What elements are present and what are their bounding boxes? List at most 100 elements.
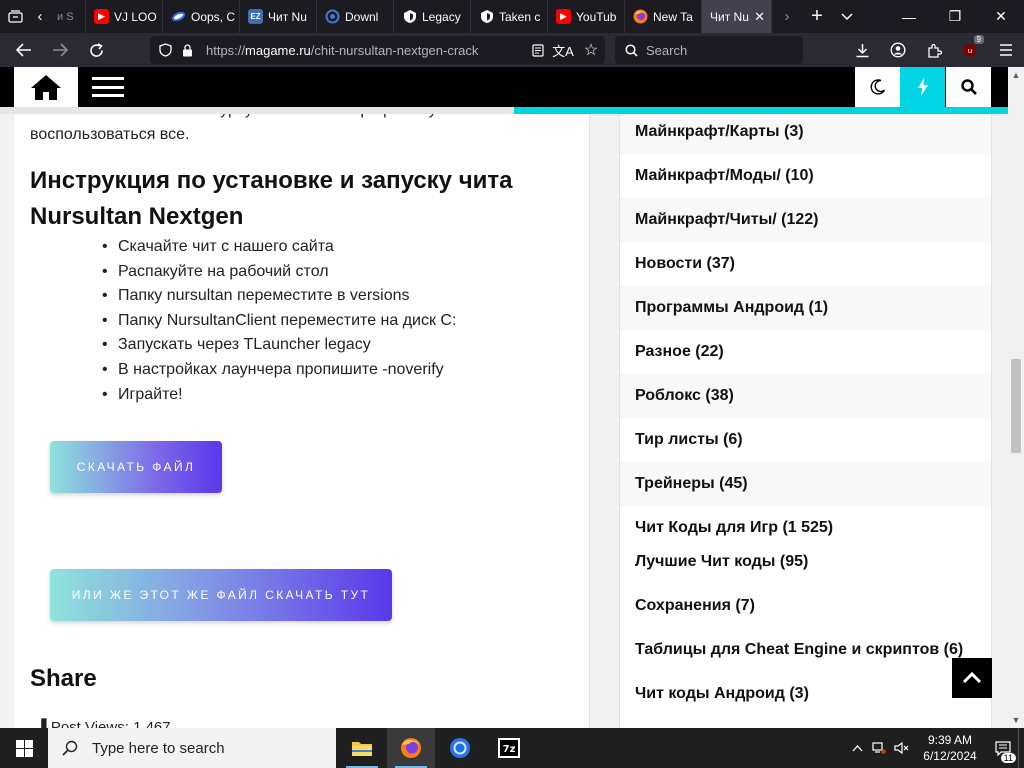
url-domain: magame.ru: [245, 42, 311, 58]
shield-icon: [402, 9, 417, 24]
dark-mode-icon[interactable]: [855, 67, 900, 107]
reading-progress-bar: [0, 107, 1008, 114]
browser-tab-strip: ‹ и S ▶ VJ LOO Oops, C EZ Чит Nu Downl L…: [0, 0, 1024, 33]
lock-icon[interactable]: [176, 43, 198, 57]
share-heading: Share: [30, 665, 97, 692]
close-window-icon[interactable]: ✕: [978, 0, 1024, 33]
tab-downl[interactable]: Downl: [317, 0, 394, 33]
scroll-tabs-left-icon[interactable]: ‹: [30, 0, 50, 33]
extension-badge: 9: [973, 35, 984, 44]
list-item: Играйте!: [102, 383, 456, 408]
tab-youtube[interactable]: ▶ YouTub: [548, 0, 625, 33]
search-placeholder: Search: [646, 42, 688, 58]
download-mirror-button[interactable]: ИЛИ ЖЕ ЭТОТ ЖЕ ФАЙЛ СКАЧАТЬ ТУТ: [50, 569, 392, 621]
tabbar-spacer: [862, 0, 886, 33]
category-link[interactable]: Майнкрафт/Читы/ (122): [620, 198, 991, 242]
scroll-down-arrow-icon[interactable]: ▼: [1008, 712, 1024, 728]
category-link[interactable]: Сохранения (7): [620, 584, 991, 628]
tab-new-tab[interactable]: New Ta: [625, 0, 702, 33]
taskbar-clock[interactable]: 9:39 AM 6/12/2024: [912, 732, 988, 764]
address-bar[interactable]: https://magame.ru/chit-nursultan-nextgen…: [150, 36, 605, 64]
category-link[interactable]: Трейнеры (45): [620, 462, 991, 506]
chevron-down-icon[interactable]: [832, 0, 862, 33]
list-item: Распакуйте на рабочий стол: [102, 260, 456, 285]
category-link[interactable]: Лучшие Чит коды (95): [620, 540, 991, 584]
toolbar-right: u 9: [844, 33, 1024, 67]
reload-icon[interactable]: [78, 33, 114, 67]
bookmark-star-icon[interactable]: ☆: [577, 40, 605, 60]
chevron-up-icon: [962, 672, 982, 684]
category-link[interactable]: Разное (22): [620, 330, 991, 374]
7zip-icon[interactable]: 7z: [485, 728, 533, 768]
file-explorer-icon[interactable]: [338, 728, 386, 768]
download-file-button[interactable]: СКАЧАТЬ ФАЙЛ: [50, 441, 222, 493]
list-item: Скачайте чит с нашего сайта: [102, 235, 456, 260]
section-heading: Инструкция по установке и запуску чита N…: [30, 167, 513, 230]
extensions-icon[interactable]: [916, 33, 952, 67]
translate-icon[interactable]: 文A: [549, 41, 577, 60]
scroll-to-top-button[interactable]: [952, 658, 992, 698]
site-search-icon[interactable]: [946, 67, 991, 107]
account-icon[interactable]: [880, 33, 916, 67]
category-link[interactable]: Майнкрафт/Моды/ (10): [620, 154, 991, 198]
tab-vj-loo[interactable]: ▶ VJ LOO: [86, 0, 163, 33]
article-text: воспользоваться все.: [30, 126, 190, 143]
page-scrollbar[interactable]: ▲ ▼: [1008, 67, 1024, 728]
tab-chit-nur-active[interactable]: Чит Nur ✕: [702, 0, 772, 33]
category-link[interactable]: Новости (37): [620, 242, 991, 286]
category-link[interactable]: Тир листы (6): [620, 418, 991, 462]
windows-start-icon[interactable]: [0, 728, 48, 768]
network-icon[interactable]: [868, 742, 890, 754]
chrome-icon[interactable]: [436, 728, 484, 768]
reader-view-icon[interactable]: [527, 43, 549, 57]
taskbar-search-input[interactable]: Type here to search: [48, 728, 336, 768]
minimize-icon[interactable]: —: [886, 0, 932, 33]
scrollbar-thumb[interactable]: [1011, 359, 1021, 453]
menu-icon[interactable]: [988, 33, 1024, 67]
list-item: Папку NursultanClient переместите на дис…: [102, 309, 456, 334]
downloads-icon[interactable]: [844, 33, 880, 67]
category-link[interactable]: Майнкрафт/Карты (3): [620, 110, 991, 154]
search-input[interactable]: Search: [615, 36, 803, 64]
ez-icon: EZ: [248, 9, 263, 24]
tracking-shield-icon[interactable]: [154, 43, 176, 57]
show-desktop-strip[interactable]: [1018, 728, 1024, 768]
category-link[interactable]: Таблицы для Cheat Engine и скриптов (6): [620, 628, 991, 672]
tab-oops[interactable]: Oops, C: [163, 0, 240, 33]
home-icon[interactable]: [14, 67, 78, 107]
categories-sidebar: Майнкрафт/Карты (3) Майнкрафт/Моды/ (10)…: [619, 107, 992, 728]
chevron-up-icon[interactable]: [846, 744, 868, 752]
notification-count: 11: [1000, 752, 1016, 763]
hamburger-menu-icon[interactable]: [92, 77, 124, 97]
new-tab-icon[interactable]: +: [802, 0, 832, 33]
url-text[interactable]: https://magame.ru/chit-nursultan-nextgen…: [206, 43, 506, 58]
tab-legacy[interactable]: Legacy: [394, 0, 471, 33]
back-arrow-icon[interactable]: [6, 33, 42, 67]
lightning-icon[interactable]: [900, 67, 945, 107]
category-link[interactable]: Программы Андроид (1): [620, 286, 991, 330]
burger-line: [92, 77, 124, 80]
tab-taken[interactable]: Taken c: [471, 0, 548, 33]
system-tray: 9:39 AM 6/12/2024 11: [846, 728, 1024, 768]
scroll-tabs-right-icon[interactable]: ›: [772, 0, 802, 33]
tab-partial[interactable]: и S: [50, 0, 86, 33]
category-link[interactable]: Чит коды Андроид (3): [620, 672, 991, 716]
scroll-up-arrow-icon[interactable]: ▲: [1008, 67, 1024, 83]
category-link[interactable]: Роблокс (38): [620, 374, 991, 418]
forward-arrow-icon[interactable]: [42, 33, 78, 67]
list-item: В настройках лаунчера пропишите -noverif…: [102, 358, 456, 383]
list-all-tabs-icon[interactable]: [0, 0, 30, 33]
tab-partial-text: и S: [57, 10, 74, 23]
url-prefix: https://: [206, 42, 246, 58]
post-views-text: Post Views: 1 467: [50, 719, 171, 728]
burger-line: [92, 85, 124, 89]
ublock-icon[interactable]: u 9: [952, 33, 988, 67]
youtube-icon: ▶: [556, 9, 571, 24]
notifications-icon[interactable]: 11: [988, 740, 1018, 763]
restore-icon[interactable]: ❐: [932, 0, 978, 33]
firefox-icon[interactable]: [387, 728, 435, 768]
volume-muted-icon[interactable]: [890, 742, 912, 754]
close-tab-icon[interactable]: ✕: [754, 9, 771, 25]
list-item: Запускать через TLauncher legacy: [102, 333, 456, 358]
tab-chit-nu[interactable]: EZ Чит Nu: [240, 0, 317, 33]
